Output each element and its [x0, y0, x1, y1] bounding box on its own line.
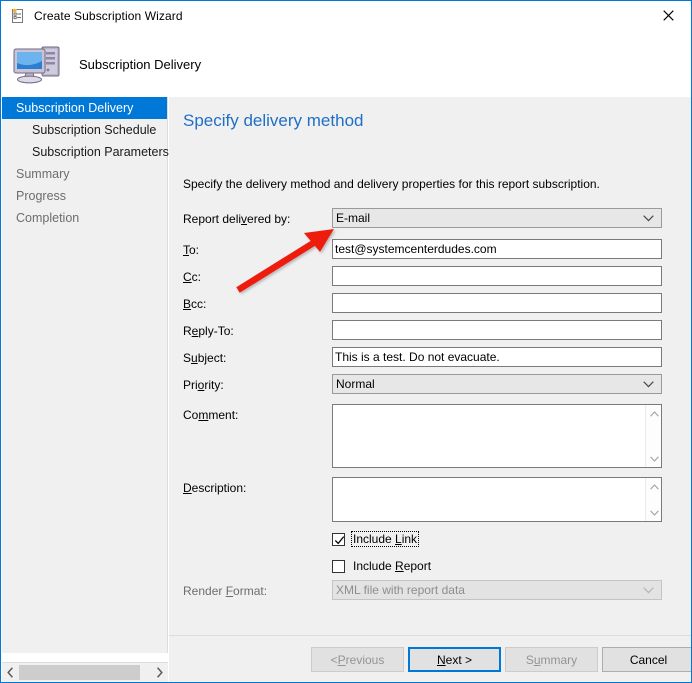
bcc-label: Bcc:: [183, 297, 207, 311]
wizard-button-bar: < Previous Next > Su mmary Cancel: [169, 635, 691, 682]
sidebar-item-subscription-parameters[interactable]: Subscription Parameters: [2, 141, 169, 163]
scroll-down-icon[interactable]: [646, 505, 662, 520]
summary-button: Su mmary: [505, 647, 598, 672]
include-report-label: Include Report: [353, 559, 432, 573]
close-icon[interactable]: [645, 1, 691, 30]
include-report-checkbox[interactable]: Include Report: [332, 558, 433, 574]
wizard-banner: Subscription Delivery: [1, 31, 691, 97]
comment-scrollbar[interactable]: [645, 405, 661, 467]
subject-value: This is a test. Do not evacuate.: [335, 350, 500, 364]
priority-label: Priority:: [183, 378, 224, 392]
include-link-checkbox[interactable]: Include Link: [332, 531, 420, 547]
chevron-down-icon: [643, 375, 654, 393]
sidebar-item-label: Subscription Parameters: [32, 145, 169, 159]
priority-combobox[interactable]: Normal: [332, 374, 662, 394]
subject-label: Subject:: [183, 351, 227, 365]
sidebar-item-subscription-delivery[interactable]: Subscription Delivery: [2, 97, 167, 119]
render-format-value: XML file with report data: [336, 583, 465, 597]
sidebar-horizontal-scrollbar[interactable]: [2, 662, 168, 682]
scroll-up-icon[interactable]: [646, 406, 662, 421]
title-bar: Create Subscription Wizard: [1, 1, 691, 31]
sidebar-item-label: Subscription Delivery: [16, 101, 134, 115]
scrollbar-thumb[interactable]: [19, 665, 140, 680]
scroll-up-icon[interactable]: [646, 479, 662, 494]
delivered-by-value: E-mail: [336, 211, 371, 225]
checkbox-checked-icon: [332, 532, 345, 546]
sidebar-item-summary: Summary: [2, 163, 167, 185]
scroll-left-icon[interactable]: [2, 663, 19, 682]
reply-to-input[interactable]: [332, 320, 662, 340]
scroll-down-icon[interactable]: [646, 451, 662, 466]
sidebar-item-label: Progress: [16, 189, 67, 203]
cc-label: Cc:: [183, 270, 202, 284]
create-subscription-wizard-window: Create Subscription Wizard Subscription …: [0, 0, 692, 683]
delivered-by-combobox[interactable]: E-mail: [332, 208, 662, 228]
comment-label: Comment:: [183, 408, 239, 422]
page-title: Specify delivery method: [183, 111, 364, 130]
priority-value: Normal: [336, 377, 375, 391]
to-label: To:: [183, 243, 200, 257]
sidebar-item-label: Summary: [16, 167, 70, 181]
render-format-label: Render Format:: [183, 584, 268, 598]
scroll-right-icon[interactable]: [151, 663, 168, 682]
wizard-checklist-icon: [10, 8, 26, 24]
description-textarea[interactable]: [332, 477, 662, 522]
sidebar-item-label: Subscription Schedule: [32, 123, 157, 137]
content-pane: Specify delivery method Specify the deli…: [169, 97, 691, 635]
delivered-by-label: Report delivered by:: [183, 212, 291, 226]
checkbox-unchecked-icon: [332, 559, 345, 573]
page-description: Specify the delivery method and delivery…: [183, 177, 600, 191]
cancel-button[interactable]: Cancel: [602, 647, 691, 672]
window-title: Create Subscription Wizard: [34, 9, 183, 23]
sidebar-item-completion: Completion: [2, 207, 167, 229]
wizard-step-list: Subscription Delivery Subscription Sched…: [2, 97, 169, 653]
include-link-label: Include Link: [351, 531, 420, 547]
next-button[interactable]: Next >: [408, 647, 501, 672]
to-value: test@systemcenterdudes.com: [335, 242, 497, 256]
sidebar-item-subscription-schedule[interactable]: Subscription Schedule: [2, 119, 167, 141]
render-format-combobox: XML file with report data: [332, 580, 662, 600]
to-input[interactable]: test@systemcenterdudes.com: [332, 239, 662, 259]
cc-input[interactable]: [332, 266, 662, 286]
reply-to-label: Reply-To:: [183, 324, 234, 338]
previous-button: < Previous: [311, 647, 404, 672]
comment-textarea[interactable]: [332, 404, 662, 468]
chevron-down-icon: [643, 209, 654, 227]
description-scrollbar[interactable]: [645, 478, 661, 521]
banner-title: Subscription Delivery: [79, 57, 202, 72]
computer-monitor-icon: [11, 39, 67, 87]
chevron-down-icon: [643, 581, 654, 599]
sidebar-item-progress: Progress: [2, 185, 167, 207]
subject-input[interactable]: This is a test. Do not evacuate.: [332, 347, 662, 367]
bcc-input[interactable]: [332, 293, 662, 313]
sidebar-item-label: Completion: [16, 211, 80, 225]
description-label: Description:: [183, 481, 247, 495]
